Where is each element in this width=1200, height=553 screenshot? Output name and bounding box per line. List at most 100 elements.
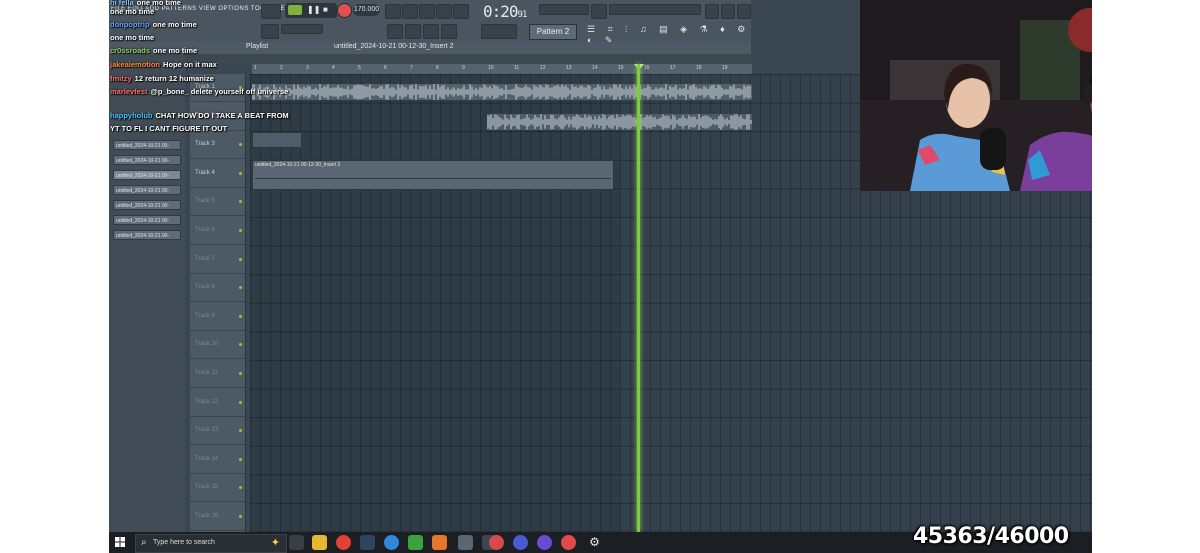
obs-icon[interactable] <box>513 535 528 550</box>
pattern-song-toggle[interactable] <box>261 4 281 19</box>
scope-display <box>591 4 607 19</box>
right-letterbox <box>1092 0 1200 553</box>
track-mute-led[interactable] <box>239 486 242 490</box>
typing-keyboard-icon[interactable] <box>405 24 421 39</box>
loop-record-button[interactable] <box>436 4 452 19</box>
chrome-icon[interactable] <box>336 535 351 550</box>
wait-input-button[interactable] <box>402 4 418 19</box>
chat-username[interactable]: fmitzy <box>110 74 132 83</box>
track-header[interactable]: Track 10 <box>190 331 245 360</box>
waveform <box>487 114 752 130</box>
track-header[interactable]: Track 9 <box>190 303 245 331</box>
track-mute-led[interactable] <box>239 314 242 318</box>
track-header[interactable]: Track 15 <box>190 474 245 503</box>
song-time-display: 0:2091 <box>483 2 535 22</box>
track-header[interactable]: Track 4 <box>190 160 245 188</box>
metronome-button[interactable] <box>385 4 401 19</box>
countdown-button[interactable] <box>419 4 435 19</box>
online-news-button[interactable] <box>705 4 719 19</box>
track-header[interactable]: Track 8 <box>190 274 245 303</box>
chat-username[interactable]: happyholub <box>110 111 153 120</box>
track-mute-led[interactable] <box>239 457 242 461</box>
time-main: 0:20 <box>483 2 519 21</box>
step-edit-button[interactable] <box>453 4 469 19</box>
track-header[interactable]: Track 12 <box>190 389 245 417</box>
chat-message: marlevfest @p_bone_ delete yourself off u… <box>110 85 288 98</box>
app-icon-13[interactable] <box>561 535 576 550</box>
browser-file-item[interactable]: untitled_2024-10-21 00- <box>113 155 181 165</box>
file-explorer-icon[interactable] <box>312 535 327 550</box>
stop-icon[interactable]: ■ <box>323 5 328 14</box>
app-icon-12[interactable] <box>537 535 552 550</box>
track-header[interactable]: Track 3 <box>190 131 245 160</box>
browser-file-item[interactable]: untitled_2024-10-21 00- <box>113 140 181 150</box>
track-mute-led[interactable] <box>239 372 242 375</box>
search-placeholder: Type here to search <box>153 539 215 546</box>
track-mute-led[interactable] <box>239 429 242 433</box>
app-icon-8[interactable] <box>458 535 473 550</box>
keyboard-icon[interactable] <box>387 24 403 39</box>
window-icons-strip[interactable]: ☰ ⌗ ⫶ ♫ ▤ ◈ ⚗ ♦ ⚙ ◐ ✎ <box>587 24 751 45</box>
track-mute-led[interactable] <box>239 229 242 232</box>
xbox-icon[interactable] <box>408 535 423 550</box>
copilot-sparkle-icon[interactable]: ✦ <box>271 536 280 549</box>
task-view-icon[interactable] <box>289 535 304 550</box>
track-mute-led[interactable] <box>239 200 242 204</box>
playhead[interactable] <box>637 64 640 532</box>
track-header[interactable]: Track 11 <box>190 360 245 388</box>
grid-shaded-region <box>250 74 620 532</box>
track-mute-led[interactable] <box>239 143 242 147</box>
chat-username[interactable]: jakeaiemotion <box>110 60 160 69</box>
play-button[interactable] <box>288 5 302 15</box>
browser-file-item[interactable]: untitled_2024-10-21 00- <box>113 215 181 225</box>
tempo-display[interactable]: 170.000 <box>353 4 380 16</box>
pattern-clip-track-4[interactable]: untitled_2024-10-21 00-12-30_Insert 2 <box>252 160 614 190</box>
close-window-button[interactable] <box>721 4 735 19</box>
cpu-meter <box>539 4 589 15</box>
chat-username[interactable]: cr0ssroads <box>110 46 150 55</box>
track-mute-led[interactable] <box>239 286 242 290</box>
pattern-selector[interactable]: Pattern 2 <box>529 24 577 40</box>
track-mute-led[interactable] <box>239 400 242 404</box>
browser-file-item[interactable]: untitled_2024-10-21 00- <box>113 200 181 210</box>
track-mute-led[interactable] <box>239 515 242 518</box>
time-ruler[interactable]: 1 2 3 4 5 6 7 8 9 10 11 12 13 14 15 16 17 18 19 <box>252 64 752 74</box>
track-header[interactable]: Track 14 <box>190 446 245 474</box>
grid-icon[interactable] <box>423 24 439 39</box>
track-header[interactable]: Track 7 <box>190 246 245 274</box>
maximize-window-button[interactable] <box>737 4 751 19</box>
track-mute-led[interactable] <box>239 257 242 261</box>
app-icon-10[interactable] <box>489 535 504 550</box>
browser-file-item[interactable]: untitled_2024-10-21 00- <box>113 185 181 195</box>
chat-username[interactable]: donpoptrip <box>110 20 150 29</box>
snap-button[interactable] <box>261 24 279 39</box>
record-button[interactable] <box>337 3 352 18</box>
pause-icon[interactable]: ❚❚ <box>307 5 320 14</box>
track-mute-led[interactable] <box>239 171 242 175</box>
browser-file-item[interactable]: untitled_2024-10-21 00- <box>113 230 181 240</box>
left-letterbox <box>0 0 109 553</box>
playlist-label[interactable]: Playlist <box>246 43 268 50</box>
track-header[interactable]: Track 5 <box>190 188 245 217</box>
snap-selector[interactable] <box>481 24 517 39</box>
ruler-tick: 17 <box>670 65 676 71</box>
audio-clip-track-1[interactable] <box>252 84 752 100</box>
clip-label: untitled_2024-10-21 00-12-30_Insert 2 <box>255 162 341 168</box>
windows-start-icon[interactable] <box>115 537 125 547</box>
audio-clip-track-2[interactable] <box>487 114 752 130</box>
chat-username[interactable]: marlevfest <box>110 87 148 96</box>
master-volume-slider[interactable] <box>281 24 323 34</box>
fl-studio-icon[interactable] <box>432 535 447 550</box>
chat-message: one mo time <box>110 31 154 44</box>
steam-icon[interactable] <box>360 535 375 550</box>
edge-icon[interactable] <box>384 535 399 550</box>
track-mute-led[interactable] <box>239 343 242 347</box>
browser-file-item[interactable]: untitled_2024-10-21 00- <box>113 170 181 180</box>
track-header[interactable]: Track 16 <box>190 503 245 531</box>
track-name: Track 15 <box>195 484 219 491</box>
loop-icon[interactable] <box>441 24 457 39</box>
taskbar-search-input[interactable]: ⌕ Type here to search ✦ <box>135 534 287 553</box>
settings-gear-icon[interactable]: ⚙ <box>587 535 602 550</box>
track-header[interactable]: Track 6 <box>190 217 245 245</box>
track-header[interactable]: Track 13 <box>190 417 245 446</box>
